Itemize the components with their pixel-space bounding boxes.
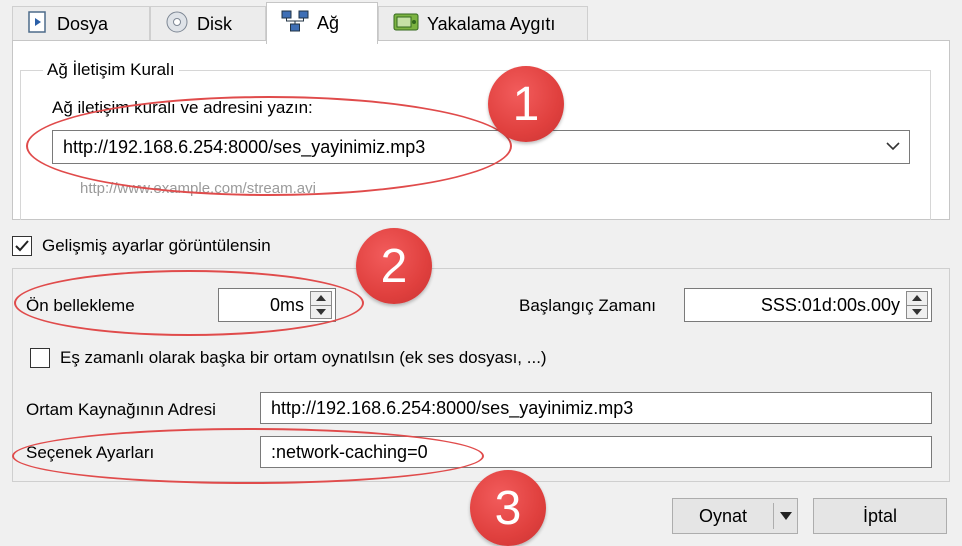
start-time-spinbox[interactable]: SSS:01d:00s.00y — [684, 288, 932, 322]
caching-stepper[interactable] — [310, 291, 332, 319]
options-label: Seçenek Ayarları — [26, 443, 155, 462]
network-url-combobox[interactable]: http://192.168.6.254:8000/ses_yayinimiz.… — [52, 130, 910, 164]
show-advanced-label: Gelişmiş ayarlar görüntülensin — [42, 236, 271, 255]
annotation-badge-2: 2 — [356, 228, 432, 304]
file-icon — [27, 11, 49, 38]
tab-capture-device-label: Yakalama Aygıtı — [427, 14, 556, 34]
tab-capture-device[interactable]: Yakalama Aygıtı — [378, 6, 588, 42]
options-field[interactable]: :network-caching=0 — [260, 436, 932, 468]
mrl-value: http://192.168.6.254:8000/ses_yayinimiz.… — [271, 397, 634, 418]
start-time-stepper[interactable] — [906, 291, 928, 319]
checkmark-icon — [15, 240, 29, 252]
network-icon — [281, 10, 309, 37]
caching-label: Ön bellekleme — [26, 296, 135, 315]
tab-disk-label: Disk — [197, 14, 232, 34]
caching-spinbox[interactable]: 0ms — [218, 288, 336, 322]
mrl-field[interactable]: http://192.168.6.254:8000/ses_yayinimiz.… — [260, 392, 932, 424]
annotation-badge-1: 1 — [488, 66, 564, 142]
chevron-down-icon[interactable] — [885, 138, 901, 159]
mrl-label: Ortam Kaynağının Adresi — [26, 400, 216, 419]
start-time-value: SSS:01d:00s.00y — [760, 294, 900, 315]
tab-disk[interactable]: Disk — [150, 6, 266, 42]
tab-dosya[interactable]: Dosya — [12, 6, 150, 42]
stepper-up-icon[interactable] — [311, 292, 331, 305]
stepper-up-icon[interactable] — [907, 292, 927, 305]
stepper-down-icon[interactable] — [907, 304, 927, 318]
tab-network-label: Ağ — [317, 13, 340, 33]
show-advanced-checkbox[interactable] — [12, 236, 32, 256]
tab-dosya-label: Dosya — [57, 14, 109, 34]
caching-value: 0ms — [269, 294, 304, 315]
start-time-label: Başlangıç Zamanı — [519, 296, 657, 315]
play-dropdown-icon[interactable] — [774, 512, 797, 520]
sync-play-label: Eş zamanlı olarak başka bir ortam oynatı… — [60, 348, 547, 367]
cancel-button[interactable]: İptal — [813, 498, 947, 534]
capture-device-icon — [393, 11, 419, 38]
network-url-value: http://192.168.6.254:8000/ses_yayinimiz.… — [63, 136, 426, 157]
sync-play-checkbox[interactable] — [30, 348, 50, 368]
play-split-button[interactable]: Oynat — [672, 498, 798, 534]
play-button-label[interactable]: Oynat — [673, 506, 773, 527]
options-value: :network-caching=0 — [271, 441, 428, 462]
network-protocol-group-title: Ağ İletişim Kuralı — [47, 60, 175, 79]
url-prompt-label: Ağ iletişim kuralı ve adresini yazın: — [52, 98, 313, 117]
tab-network[interactable]: Ağ — [266, 2, 378, 44]
annotation-badge-3: 3 — [470, 470, 546, 546]
example-url-hint: http://www.example.com/stream.avi — [80, 180, 316, 197]
stepper-down-icon[interactable] — [311, 304, 331, 318]
disc-icon — [165, 10, 189, 39]
